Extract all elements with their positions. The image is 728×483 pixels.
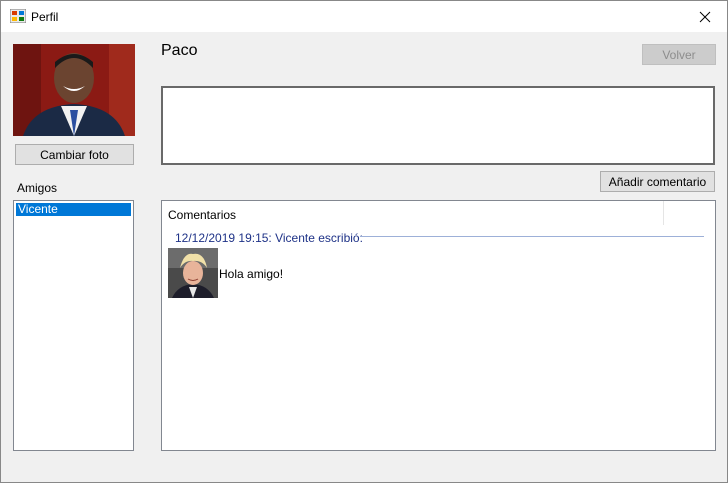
comments-list[interactable]: Comentarios 12/12/2019 19:15: Vicente es… (161, 200, 716, 451)
profile-photo (13, 44, 135, 136)
friends-label: Amigos (17, 181, 58, 195)
change-photo-button[interactable]: Cambiar foto (15, 144, 134, 165)
profile-name: Paco (161, 42, 198, 59)
client-area: Cambiar foto Paco Volver Añadir comentar… (1, 32, 727, 482)
comments-column-label: Comentarios (168, 208, 237, 222)
window-title: Perfil (31, 10, 59, 24)
close-button[interactable] (683, 1, 727, 32)
comment-avatar (168, 248, 218, 298)
friends-list[interactable]: Vicente (13, 200, 134, 451)
comment-text[interactable]: Hola amigo! (219, 267, 283, 281)
comment-input[interactable] (161, 86, 715, 165)
title-bar: Perfil (1, 1, 727, 32)
friend-item-vicente[interactable]: Vicente (16, 203, 131, 216)
profile-window: Perfil Cambiar foto Paco Volver Añadir c… (0, 0, 728, 483)
comments-column-header[interactable]: Comentarios (162, 201, 664, 225)
back-button[interactable]: Volver (642, 44, 716, 65)
add-comment-button[interactable]: Añadir comentario (600, 171, 715, 192)
group-divider (360, 236, 704, 237)
app-icon (10, 9, 26, 23)
close-icon (699, 11, 711, 22)
comment-group-header[interactable]: 12/12/2019 19:15: Vicente escribió: (175, 231, 363, 245)
